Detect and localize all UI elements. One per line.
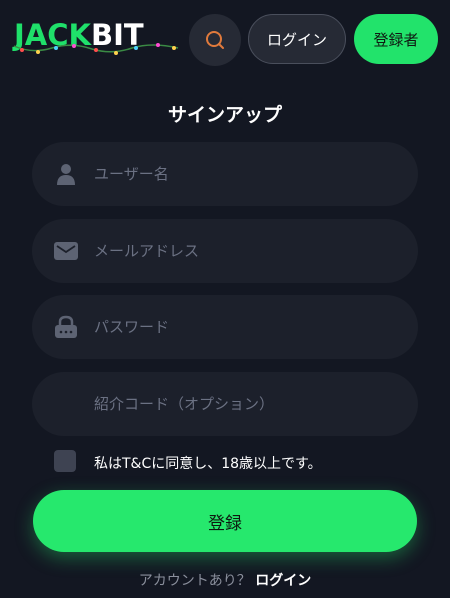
string-lights-icon <box>13 43 179 55</box>
lock-icon <box>55 315 77 338</box>
register-button[interactable]: 登録者 <box>354 14 438 64</box>
login-button[interactable]: ログイン <box>248 14 346 64</box>
referral-code-field[interactable]: 紹介コード（オプション） <box>32 372 418 436</box>
email-field[interactable]: メールアドレス <box>32 219 418 283</box>
footer-login-prompt: アカウントあり？ ログイン <box>0 570 450 590</box>
search-icon <box>206 31 224 49</box>
password-field[interactable]: パスワード <box>32 295 418 359</box>
username-placeholder: ユーザー名 <box>94 165 169 183</box>
terms-checkbox[interactable] <box>54 450 76 472</box>
footer-login-link[interactable]: ログイン <box>255 573 311 589</box>
referral-placeholder: 紹介コード（オプション） <box>94 395 275 413</box>
user-icon <box>57 164 75 185</box>
search-button[interactable] <box>189 14 241 66</box>
page-title: サインアップ <box>167 104 282 126</box>
signup-page: JACKBIT ログイン 登録者 サインアップ ユーザー名 メールアドレス パス… <box>0 0 450 598</box>
password-placeholder: パスワード <box>94 318 170 336</box>
have-account-text: アカウントあり？ <box>138 573 251 589</box>
logo[interactable]: JACKBIT <box>12 18 180 58</box>
email-placeholder: メールアドレス <box>94 242 200 260</box>
mail-icon <box>54 242 78 260</box>
username-field[interactable]: ユーザー名 <box>32 142 418 206</box>
signup-submit-button[interactable]: 登録 <box>33 490 417 552</box>
terms-label: 私はT&Cに同意し、18歳以上です。 <box>94 456 322 472</box>
